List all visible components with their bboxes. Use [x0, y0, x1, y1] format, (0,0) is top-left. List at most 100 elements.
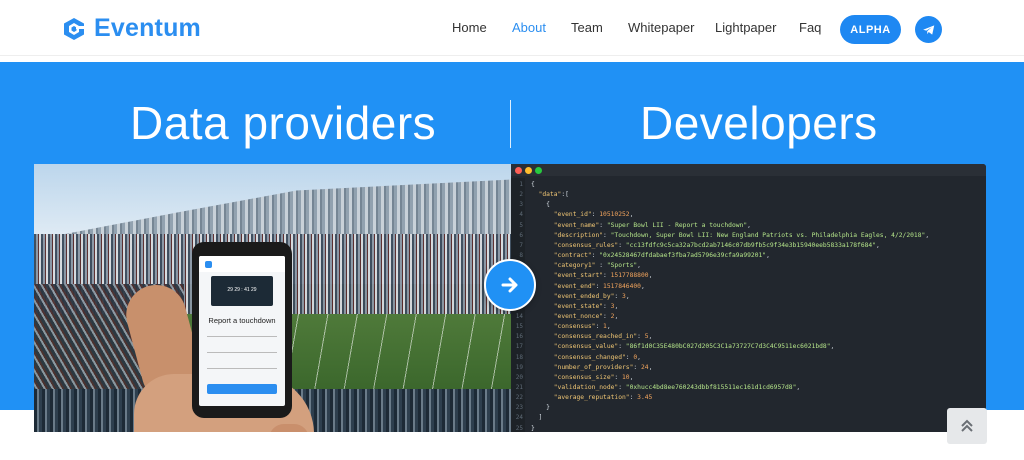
code-token: , [629, 211, 634, 219]
phone-field-line [207, 336, 277, 337]
nav-link-team[interactable]: Team [571, 20, 603, 35]
line-number: 7 [519, 241, 523, 249]
phone-report-title: Report a touchdown [208, 316, 276, 325]
code-token: , [648, 272, 653, 280]
code-token: , [796, 384, 801, 391]
alpha-button[interactable]: ALPHA [840, 15, 901, 44]
code-token: : [603, 312, 611, 320]
code-token: "Super Bowl LII - Report a touchdown" [606, 221, 748, 229]
code-line: "number_of_providers": 24, [531, 364, 653, 371]
nav-link-about[interactable]: About [512, 20, 546, 35]
code-token: "Touchdown, Super Bowl LII: New England … [610, 231, 926, 239]
code-line: "consensus_rules": "cc13fdfc9c5ca32a7bcd… [531, 242, 880, 249]
code-token: : [599, 221, 607, 229]
code-token: 1517788800 [610, 272, 649, 280]
data-providers-title: Data providers [130, 97, 437, 149]
window-minimize-dot [525, 167, 532, 174]
arrow-button[interactable] [484, 259, 536, 311]
code-token: : [603, 231, 611, 239]
code-token: "consensus" [553, 323, 596, 331]
code-token: { [531, 201, 550, 209]
code-token: "event_end" [553, 282, 596, 290]
code-token: "validation_node" [553, 384, 619, 391]
code-line: "description": "Touchdown, Super Bowl LI… [531, 232, 929, 239]
code-token: ] [531, 414, 543, 422]
code-token: "event_id" [553, 211, 592, 219]
line-number: 1 [519, 181, 523, 188]
developers-title: Developers [640, 97, 878, 149]
line-number: 6 [519, 231, 523, 239]
line-number: 15 [515, 323, 523, 331]
code-token: , [629, 373, 634, 381]
code-line: "event_end": 1517846400, [531, 283, 645, 290]
code-token: "consensus_value" [553, 343, 619, 351]
code-token: "event_start" [553, 272, 604, 280]
code-token: , [648, 333, 653, 341]
code-line: "event_state": 3, [531, 303, 618, 310]
code-line: "consensus_value": "86f1d0C35E480bC027d2… [531, 343, 835, 351]
scoreboard-score: 29 29 : 41 29 [227, 287, 257, 293]
eventum-logo-icon [64, 17, 85, 40]
phone-submit-button [207, 384, 277, 394]
line-number: 8 [519, 252, 523, 260]
code-line: "consensus_size": 10, [531, 373, 634, 381]
code-line: "event_nonce": 2, [531, 313, 618, 320]
line-number: 2 [519, 191, 523, 199]
code-token: : [614, 373, 623, 381]
code-token: 10510252 [599, 211, 630, 219]
code-token: , [925, 231, 930, 239]
code-token: : [595, 282, 604, 290]
code-line: } [531, 425, 535, 432]
code-line: "consensus": 1, [531, 323, 611, 330]
code-token: :[ [561, 191, 569, 199]
line-number: 3 [519, 201, 523, 209]
window-maximize-dot [535, 167, 542, 174]
arrow-right-icon [501, 277, 518, 293]
nav-link-home[interactable]: Home [452, 20, 487, 35]
line-number: 20 [515, 373, 523, 381]
nav-link-lightpaper[interactable]: Lightpaper [715, 20, 776, 35]
code-line: "data":[ [531, 191, 569, 198]
code-token: 3.45 [637, 394, 653, 402]
code-token: , [876, 241, 880, 249]
telegram-icon [922, 24, 934, 35]
code-line: "consensus_changed": 0, [531, 354, 641, 361]
code-token: , [614, 302, 619, 310]
code-token: 1517846400 [603, 282, 641, 290]
code-token: , [766, 252, 770, 260]
code-token: : [618, 384, 626, 391]
code-token: : [595, 323, 604, 331]
code-token: "consensus_reached_in" [553, 333, 638, 341]
nav-link-faq[interactable]: Faq [799, 20, 821, 35]
line-number: 5 [519, 221, 523, 229]
code-token: "description" [553, 231, 604, 239]
code-token: : [595, 262, 607, 270]
code-token: 10 [622, 373, 630, 381]
code-token: , [614, 312, 619, 320]
code-line: "consensus_reached_in": 5, [531, 333, 653, 341]
phone-field-line [207, 368, 277, 369]
telegram-button[interactable] [915, 16, 942, 43]
code-token: "consensus_changed" [553, 353, 626, 361]
nav-link-whitepaper[interactable]: Whitepaper [628, 20, 694, 35]
line-number: 14 [515, 312, 523, 320]
code-token: "data" [538, 191, 562, 199]
code-token: , [830, 343, 835, 351]
code-line: "average_reputation": 3.45 [531, 394, 653, 402]
brand-name: Eventum [94, 14, 201, 42]
code-line: "contract": "0x24528467dfdabaef3fba7ad57… [531, 252, 770, 259]
line-number: 22 [515, 394, 523, 402]
brand-logo[interactable]: Eventum [62, 14, 201, 43]
code-token: "contract" [553, 252, 592, 260]
code-token: "event_nonce" [553, 312, 604, 320]
code-token: , [640, 282, 645, 290]
scroll-to-top-button[interactable] [947, 408, 987, 444]
line-number: 21 [515, 384, 523, 391]
code-line: "category1" : "Sports", [531, 262, 641, 269]
code-token: : [603, 302, 611, 310]
